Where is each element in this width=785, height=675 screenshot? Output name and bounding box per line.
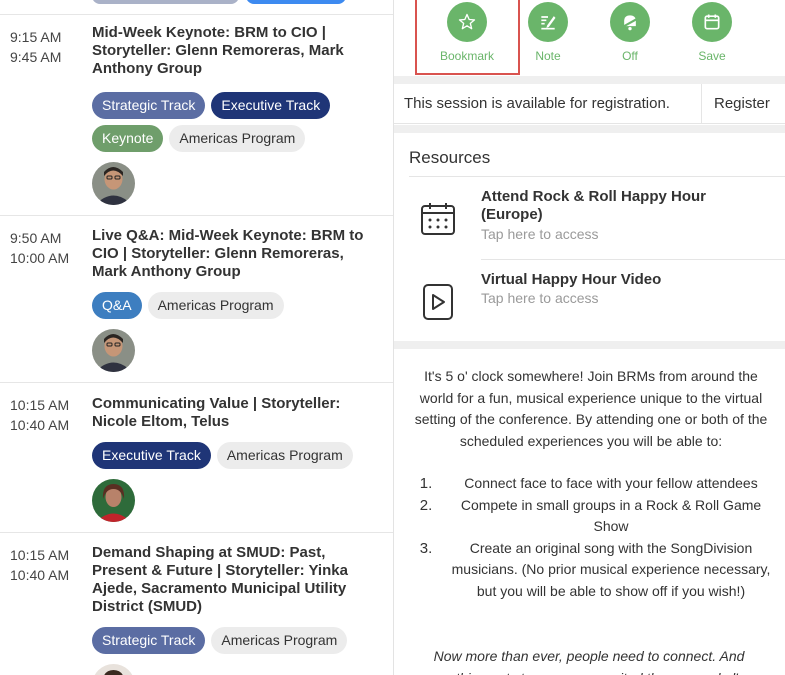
description-closing: Now more than ever, people need to conne… — [433, 648, 745, 675]
session-start-time: 10:15 AM — [10, 547, 70, 563]
save-label: Save — [698, 49, 726, 63]
speaker-avatar[interactable] — [92, 664, 135, 675]
session-times: 9:15 AM 9:45 AM — [10, 27, 61, 67]
session-item[interactable]: 9:50 AM 10:00 AM Live Q&A: Mid-Week Keyn… — [0, 216, 393, 383]
off-label: Off — [622, 49, 638, 63]
session-list: 9:15 AM 9:45 AM Mid-Week Keynote: BRM to… — [0, 0, 393, 675]
session-title: Live Q&A: Mid-Week Keynote: BRM to CIO |… — [92, 227, 364, 280]
tag-executive-track[interactable]: Executive Track — [92, 442, 211, 469]
session-title: Mid-Week Keynote: BRM to CIO | Storytell… — [92, 24, 344, 77]
resource-title: Attend Rock & Roll Happy Hour (Europe) — [481, 188, 707, 223]
resource-subtitle: Tap here to access — [481, 226, 599, 242]
step-number: 1. — [419, 475, 433, 492]
section-separator — [394, 125, 785, 133]
note-icon — [528, 2, 568, 42]
alarm-off-icon — [610, 2, 650, 42]
list-item: 3. Create an original song with the Song… — [406, 538, 776, 603]
description-intro: It's 5 o' clock somewhere! Join BRMs fro… — [414, 368, 768, 449]
session-start-time: 9:50 AM — [10, 230, 62, 246]
session-times: 10:15 AM 10:40 AM — [10, 395, 69, 435]
tag-executive-track[interactable]: Executive Track — [211, 92, 331, 119]
list-item: 2. Compete in small groups in a Rock & R… — [406, 495, 776, 538]
resource-subtitle: Tap here to access — [481, 290, 599, 306]
step-text: Connect face to face with your fellow at… — [464, 475, 758, 491]
step-text: Create an original song with the SongDiv… — [451, 539, 771, 599]
section-separator — [394, 76, 785, 84]
session-end-time: 10:00 AM — [10, 250, 70, 266]
alarm-off-button[interactable]: Off — [590, 0, 670, 63]
resource-item[interactable]: Virtual Happy Hour Video Tap here to acc… — [409, 260, 785, 342]
calendar-icon — [692, 2, 732, 42]
section-separator — [394, 341, 785, 349]
tag-strategic-track[interactable]: Strategic Track — [92, 92, 206, 119]
session-tags: Executive Track Americas Program — [92, 442, 382, 469]
tag-americas-program[interactable]: Americas Program — [211, 627, 348, 654]
session-item[interactable]: 10:15 AM 10:40 AM Communicating Value | … — [0, 383, 393, 533]
session-start-time: 10:15 AM — [10, 397, 70, 413]
previous-tag-stub — [92, 0, 239, 4]
session-tags: Strategic Track Americas Program — [92, 627, 382, 654]
speaker-avatar[interactable] — [92, 329, 135, 372]
session-end-time: 10:40 AM — [10, 567, 70, 583]
session-detail: Bookmark Note Off Save This session is a… — [394, 0, 785, 675]
step-number: 3. — [419, 539, 433, 557]
resource-item[interactable]: Attend Rock & Roll Happy Hour (Europe) T… — [409, 177, 785, 259]
session-tags: Strategic Track Executive Track Keynote … — [92, 92, 382, 152]
session-tags: Q&A Americas Program — [92, 292, 382, 319]
session-item[interactable]: 9:15 AM 9:45 AM Mid-Week Keynote: BRM to… — [0, 15, 393, 216]
note-label: Note — [535, 49, 561, 63]
speaker-avatar[interactable] — [92, 162, 135, 205]
note-button[interactable]: Note — [508, 0, 588, 63]
session-item[interactable]: 10:15 AM 10:40 AM Demand Shaping at SMUD… — [0, 533, 393, 675]
session-times: 10:15 AM 10:40 AM — [10, 545, 69, 585]
resources-heading: Resources — [409, 148, 491, 167]
register-button[interactable]: Register — [714, 95, 770, 112]
tag-americas-program[interactable]: Americas Program — [216, 442, 353, 469]
step-number: 2. — [419, 496, 433, 514]
calendar-grid-icon — [419, 200, 457, 243]
description-steps: 1. Connect face to face with your fellow… — [406, 473, 776, 602]
tag-americas-program[interactable]: Americas Program — [169, 125, 306, 152]
previous-tag-stub — [246, 0, 346, 4]
action-bar: Bookmark Note Off Save — [394, 0, 785, 76]
session-end-time: 9:45 AM — [10, 49, 62, 65]
session-times: 9:50 AM 10:00 AM — [10, 228, 69, 268]
save-button[interactable]: Save — [672, 0, 752, 63]
tag-strategic-track[interactable]: Strategic Track — [92, 627, 206, 654]
registration-bar: This session is available for registrati… — [394, 84, 785, 124]
video-play-icon — [419, 282, 457, 325]
session-title: Demand Shaping at SMUD: Past, Present & … — [92, 544, 348, 615]
speaker-avatar[interactable] — [92, 479, 135, 522]
registration-message: This session is available for registrati… — [404, 95, 670, 112]
list-item: 1. Connect face to face with your fellow… — [406, 473, 776, 495]
session-start-time: 9:15 AM — [10, 29, 62, 45]
registration-separator — [701, 84, 702, 124]
session-end-time: 10:40 AM — [10, 417, 70, 433]
tag-americas-program[interactable]: Americas Program — [147, 292, 284, 319]
resource-title: Virtual Happy Hour Video — [481, 271, 662, 288]
tag-keynote[interactable]: Keynote — [92, 125, 164, 152]
session-title: Communicating Value | Storyteller: Nicol… — [92, 395, 341, 430]
step-text: Compete in small groups in a Rock & Roll… — [460, 496, 762, 535]
tag-qa[interactable]: Q&A — [92, 292, 142, 319]
bookmark-highlight-box — [415, 0, 520, 75]
